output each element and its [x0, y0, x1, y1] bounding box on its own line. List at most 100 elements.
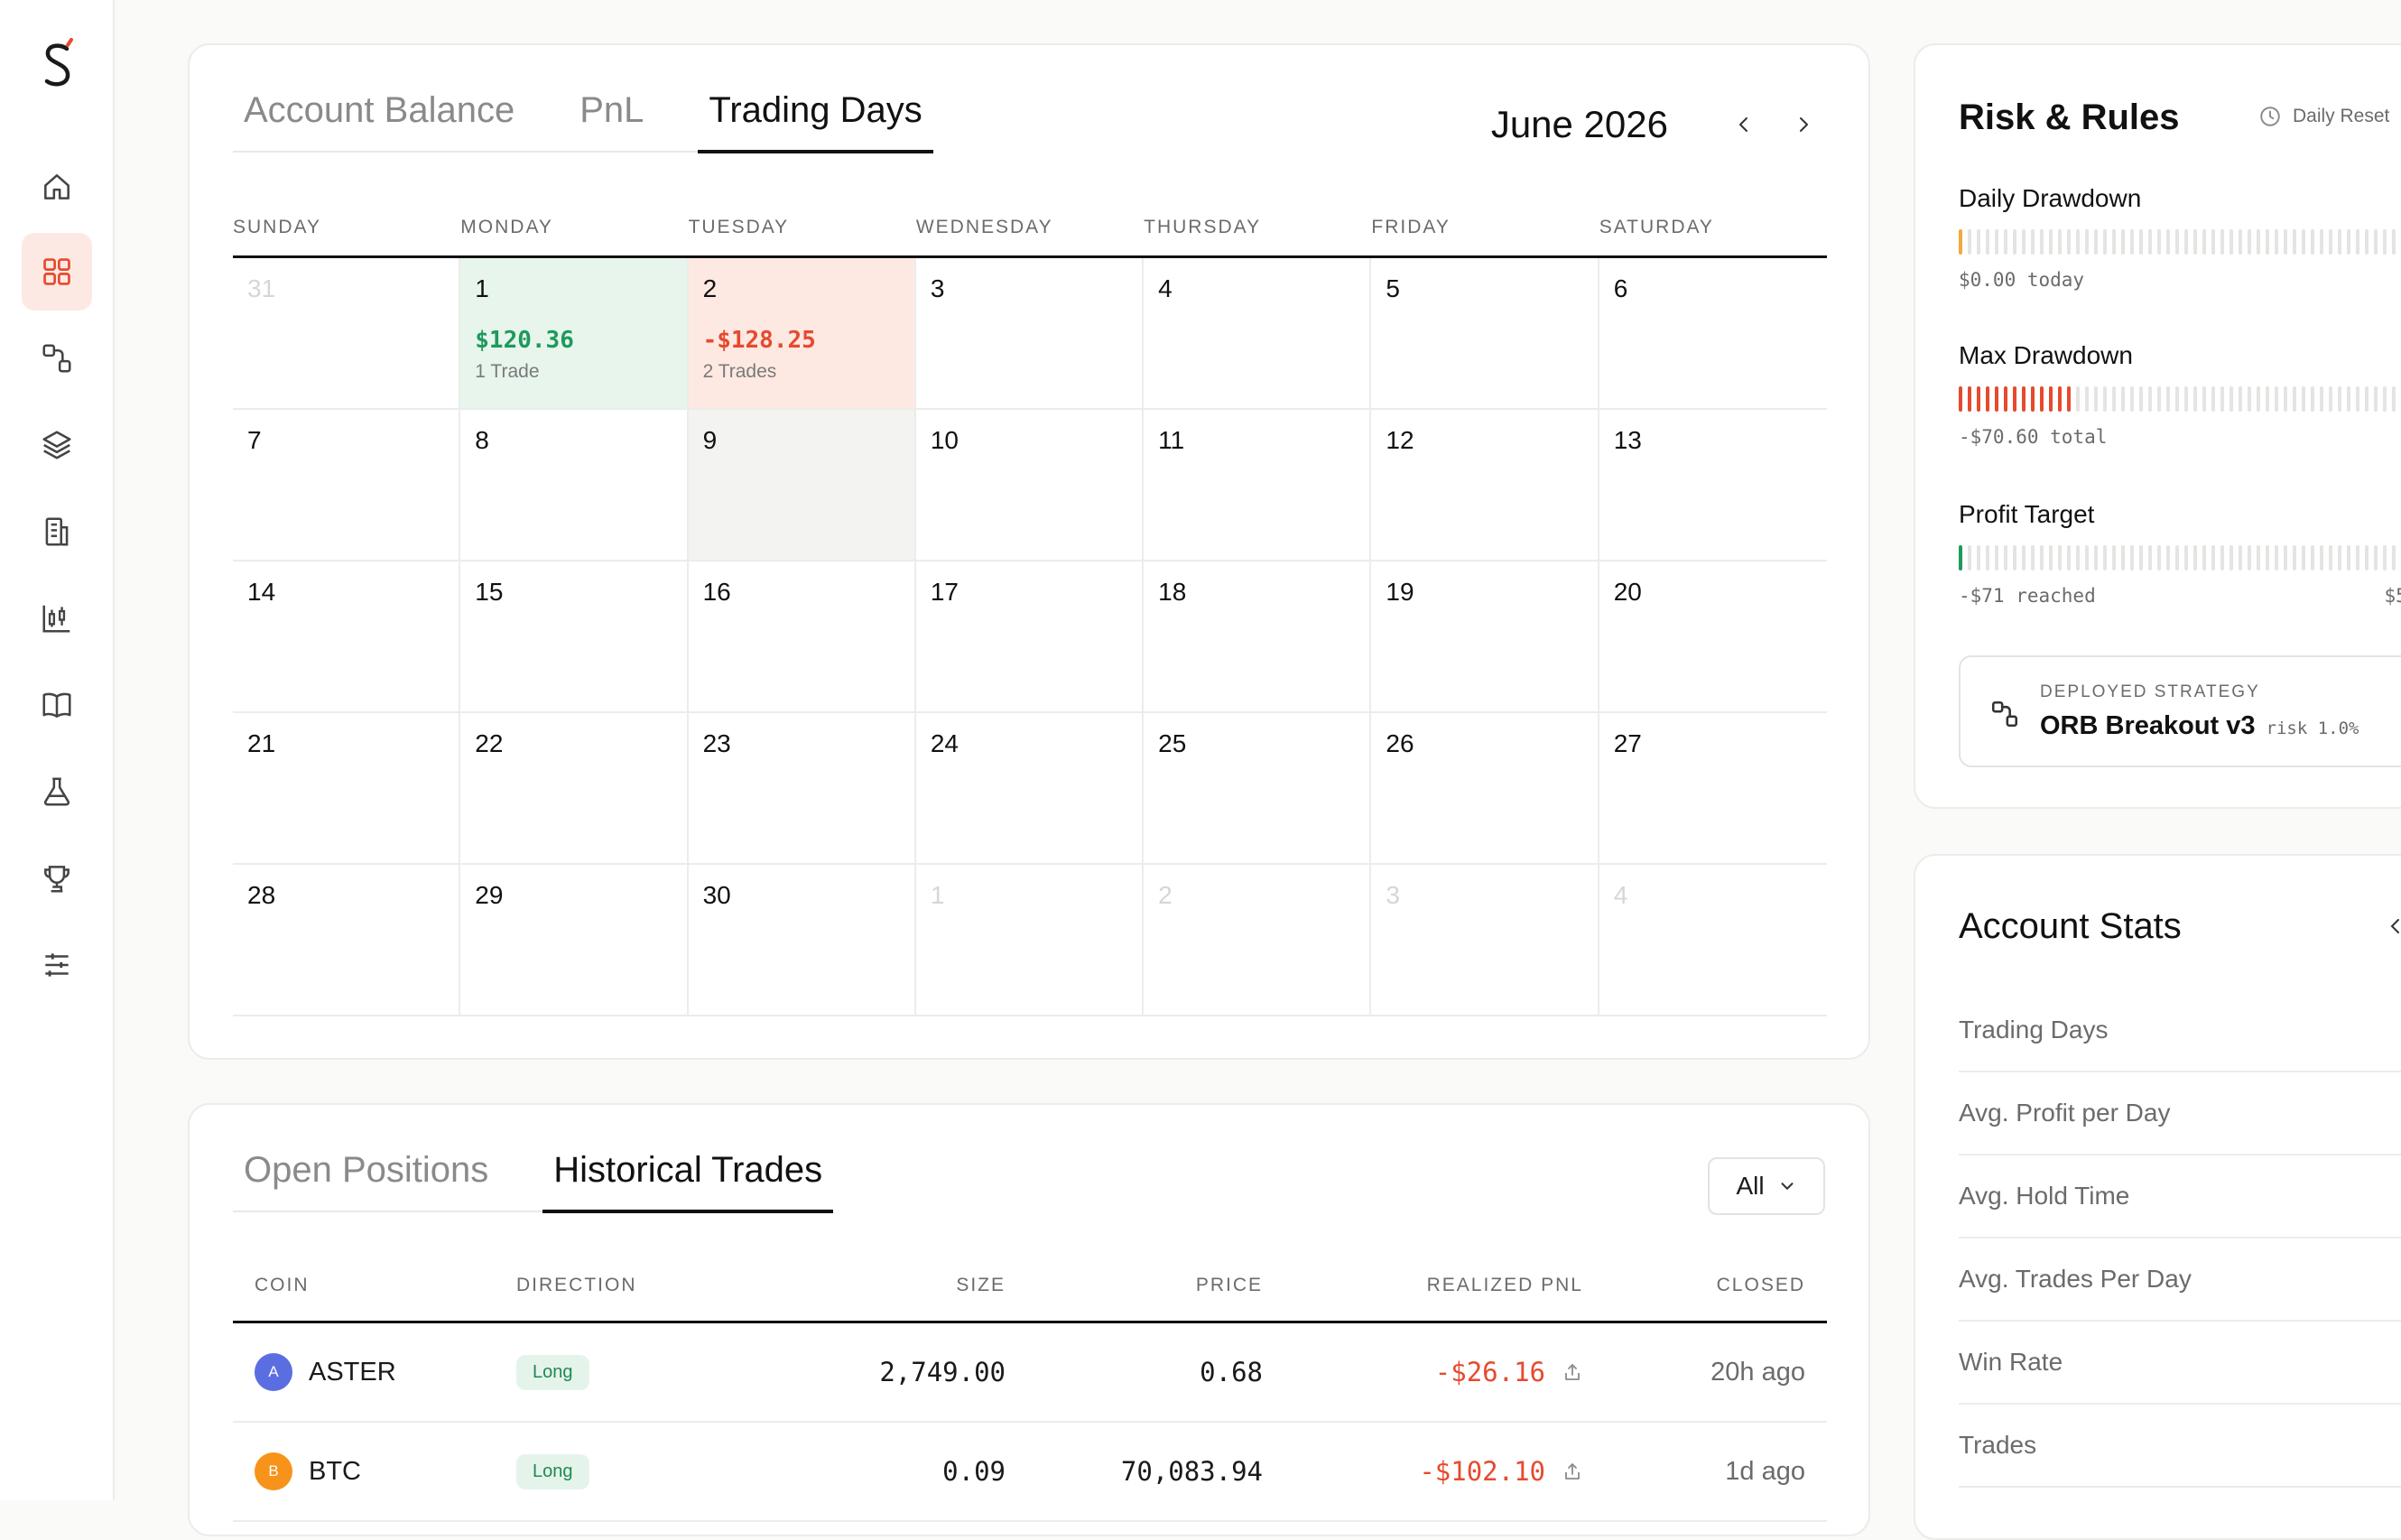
- progress-tick: [2284, 545, 2287, 571]
- tab-trading-days[interactable]: Trading Days: [698, 90, 934, 153]
- progress-tick: [2293, 386, 2296, 412]
- tab-account-balance[interactable]: Account Balance: [233, 90, 525, 151]
- calendar-day[interactable]: 31: [233, 258, 461, 408]
- calendar-day[interactable]: 12: [1371, 410, 1599, 560]
- calendar-day[interactable]: 29: [460, 865, 689, 1015]
- stat-row: Avg. Hold Time9: [1959, 1155, 2401, 1238]
- progress-tick: [2148, 386, 2152, 412]
- calendar-day[interactable]: 18: [1144, 561, 1372, 711]
- progress-tick: [2139, 386, 2143, 412]
- table-header: COIN DIRECTION SIZE PRICE REALIZED PNL C…: [233, 1249, 1827, 1323]
- chevron-left-icon[interactable]: [2385, 915, 2401, 937]
- calendar-day[interactable]: 30: [689, 865, 916, 1015]
- sidebar-item-charts[interactable]: [22, 580, 92, 657]
- stat-row: Trading Days: [1959, 989, 2401, 1072]
- calendar-day[interactable]: 1: [916, 865, 1145, 1015]
- app-logo[interactable]: [40, 36, 76, 94]
- col-size[interactable]: SIZE: [765, 1275, 1027, 1296]
- sidebar-item-strategies[interactable]: [22, 320, 92, 397]
- col-price[interactable]: PRICE: [1027, 1275, 1284, 1296]
- calendar-day[interactable]: 14: [233, 561, 461, 711]
- calendar-day[interactable]: 19: [1371, 561, 1599, 711]
- calendar-day[interactable]: 9: [688, 410, 916, 560]
- tab-open-positions[interactable]: Open Positions: [233, 1150, 499, 1211]
- tab-historical-trades[interactable]: Historical Trades: [542, 1150, 834, 1213]
- calendar-day[interactable]: 2: [1144, 865, 1372, 1015]
- chevron-right-icon[interactable]: [1785, 107, 1822, 143]
- share-icon[interactable]: [1562, 1361, 1583, 1383]
- sidebar-item-settings[interactable]: [22, 926, 92, 1004]
- day-number: 20: [1613, 578, 1642, 606]
- cell-closed: 1d ago: [1725, 1456, 1805, 1486]
- calendar-day[interactable]: 24: [916, 713, 1145, 863]
- progress-tick: [2365, 229, 2369, 255]
- sidebar-item-lab[interactable]: [22, 753, 92, 830]
- progress-tick: [2085, 386, 2089, 412]
- calendar-day[interactable]: 15: [460, 561, 689, 711]
- calendar-day[interactable]: 28: [233, 865, 461, 1015]
- tab-pnl[interactable]: PnL: [569, 90, 654, 151]
- progress-tick: [2365, 386, 2369, 412]
- calendar-day[interactable]: 23: [689, 713, 916, 863]
- account-stats-card: Account Stats Trading Days Avg. Profit pe…: [1914, 854, 2401, 1540]
- calendar-day[interactable]: 25: [1144, 713, 1372, 863]
- col-realized-pnl[interactable]: REALIZED PNL: [1284, 1275, 1605, 1296]
- rule-progress-bar: [1959, 386, 2401, 412]
- deployed-strategy[interactable]: DEPLOYED STRATEGY ORB Breakout v3 risk 1.…: [1959, 655, 2401, 767]
- calendar-day[interactable]: 4: [1599, 865, 1827, 1015]
- trades-card: Open Positions Historical Trades All COI…: [188, 1103, 1870, 1536]
- calendar-day[interactable]: 4: [1144, 258, 1372, 408]
- sidebar-item-layers[interactable]: [22, 406, 92, 484]
- calendar-day[interactable]: 27: [1599, 713, 1827, 863]
- calendar-day[interactable]: 20: [1599, 561, 1827, 711]
- calendar-day[interactable]: 22: [460, 713, 689, 863]
- chevron-left-icon[interactable]: [1726, 107, 1762, 143]
- calendar-day[interactable]: 3: [1371, 865, 1599, 1015]
- calendar-day[interactable]: 17: [916, 561, 1145, 711]
- day-pnl: -$128.25: [702, 327, 816, 354]
- sidebar-item-journal[interactable]: [22, 666, 92, 744]
- day-number: 3: [1386, 881, 1400, 909]
- day-number: 1: [475, 274, 489, 302]
- calendar-day[interactable]: 16: [689, 561, 916, 711]
- col-direction[interactable]: DIRECTION: [495, 1275, 765, 1296]
- calendar-grid: SUNDAY MONDAY TUESDAY WEDNESDAY THURSDAY FRID…: [233, 204, 1827, 1016]
- progress-tick: [2293, 545, 2296, 571]
- day-number: 2: [702, 274, 718, 302]
- progress-tick: [2383, 229, 2387, 255]
- calendar-day[interactable]: 1 $120.36 1 Trade: [460, 258, 689, 408]
- sidebar-item-trophy[interactable]: [22, 840, 92, 917]
- col-coin[interactable]: COIN: [233, 1275, 495, 1296]
- calendar-day[interactable]: 11: [1144, 410, 1372, 560]
- table-row[interactable]: B BTC Long 0.09 70,083.94 -$102.10 1d ago: [233, 1423, 1827, 1522]
- progress-tick: [2320, 545, 2323, 571]
- sidebar-item-building[interactable]: [22, 493, 92, 571]
- calendar-day[interactable]: 3: [916, 258, 1145, 408]
- trades-table: COIN DIRECTION SIZE PRICE REALIZED PNL C…: [233, 1249, 1827, 1522]
- progress-tick: [2139, 229, 2143, 255]
- table-row[interactable]: A ASTER Long 2,749.00 0.68 -$26.16 20h ago: [233, 1323, 1827, 1423]
- calendar-day[interactable]: 2 -$128.25 2 Trades: [688, 258, 916, 408]
- calendar-day[interactable]: 8: [460, 410, 689, 560]
- rule-progress-bar: [1959, 545, 2401, 571]
- calendar-week: 21 22 23 24 25 26 27: [233, 713, 1827, 865]
- sidebar-item-home[interactable]: [22, 148, 92, 226]
- cell-closed: 20h ago: [1710, 1357, 1805, 1387]
- sidebar-item-dashboard[interactable]: [22, 233, 92, 311]
- calendar-day[interactable]: 5: [1371, 258, 1599, 408]
- calendar-day[interactable]: 7: [233, 410, 461, 560]
- direction-badge: Long: [516, 1354, 589, 1390]
- share-icon[interactable]: [1562, 1461, 1583, 1482]
- calendar-day[interactable]: 6: [1599, 258, 1827, 408]
- calendar-day[interactable]: 26: [1371, 713, 1599, 863]
- filter-dropdown[interactable]: All: [1708, 1157, 1825, 1215]
- calendar-day[interactable]: 21: [233, 713, 461, 863]
- progress-tick: [2275, 545, 2278, 571]
- rule-current: -$70.60 total: [1959, 426, 2108, 448]
- calendar-day[interactable]: 10: [916, 410, 1145, 560]
- progress-tick: [2284, 386, 2287, 412]
- day-number: 9: [702, 426, 718, 454]
- col-closed[interactable]: CLOSED: [1605, 1275, 1827, 1296]
- calendar-day[interactable]: 13: [1599, 410, 1827, 560]
- progress-tick: [2329, 386, 2332, 412]
